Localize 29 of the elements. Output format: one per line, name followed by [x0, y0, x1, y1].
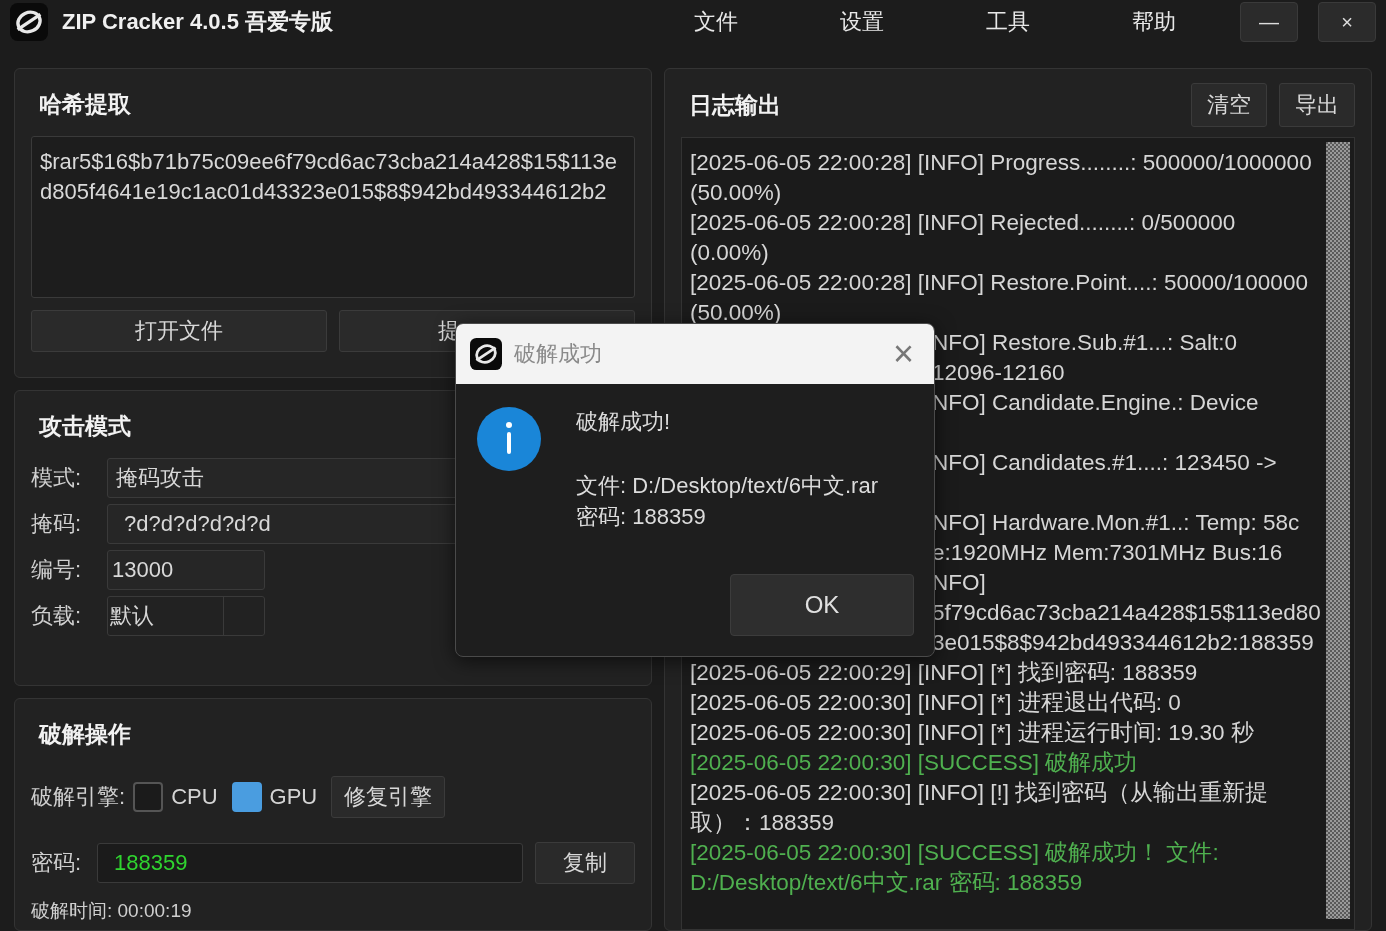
- panel-title: 攻击模式: [39, 412, 131, 441]
- log-line: [2025-06-05 22:00:30] [INFO] [*] 进程运行时间: 19.30 秒: [690, 719, 1254, 747]
- log-line: [2025-06-05 22:00:30] [SUCCESS] 破解成功！ 文件: D:/Desktop/text/6中文.rar 密码: 188359: [690, 839, 1220, 897]
- window-title: ZIP Cracker 4.0.5 吾爱专版: [62, 8, 335, 36]
- checkbox-label: CPU: [171, 784, 218, 810]
- log-line: [2025-06-05 22:00:30] [INFO] [!] 找到密码（从输出重新提取）：188359: [690, 779, 1270, 837]
- panel-title: 破解操作: [39, 720, 131, 749]
- field-label: 破解引擎:: [31, 783, 126, 811]
- log-line: e:1920MHz Mem:7301MHz Bus:16: [932, 539, 1283, 567]
- checkbox-label: GPU: [269, 784, 318, 810]
- log-line: [2025-06-05 22:00:28] [INFO] Progress........: 500000/1000000 (50.00%): [690, 149, 1313, 207]
- field-label: 负载:: [31, 602, 83, 630]
- panel-title: 日志输出: [689, 90, 782, 120]
- log-line: 5f79cd6ac73cba214a428$15$113ed80: [932, 599, 1321, 627]
- log-line: 12096-12160: [932, 359, 1065, 387]
- field-label: 模式:: [31, 464, 83, 492]
- panel-title: 哈希提取: [39, 90, 131, 119]
- crack-time-text: 破解时间: 00:00:19: [31, 899, 193, 923]
- log-line: [2025-06-05 22:00:29] [INFO] [*] 找到密码: 188359: [690, 659, 1198, 687]
- log-line: [2025-06-05 22:00:28] [INFO] Restore.Point....: 50000/100000 (50.00%): [690, 269, 1309, 327]
- dialog-title: 破解成功: [514, 340, 603, 368]
- field-label: 密码:: [31, 849, 83, 877]
- log-line: [2025-06-05 22:00:30] [SUCCESS] 破解成功: [690, 749, 1138, 777]
- log-line: [2025-06-05 22:00:28] [INFO] Rejected........: 0/500000 (0.00%): [690, 209, 1237, 267]
- log-line: 3e015$8$942bd493344612b2:188359: [932, 629, 1314, 657]
- field-label: 掩码:: [31, 510, 83, 538]
- log-line: [2025-06-05 22:00:30] [INFO] [*] 进程退出代码: 0: [690, 689, 1181, 717]
- dialog-message: 破解成功!: [576, 408, 671, 436]
- field-label: 编号:: [31, 556, 83, 584]
